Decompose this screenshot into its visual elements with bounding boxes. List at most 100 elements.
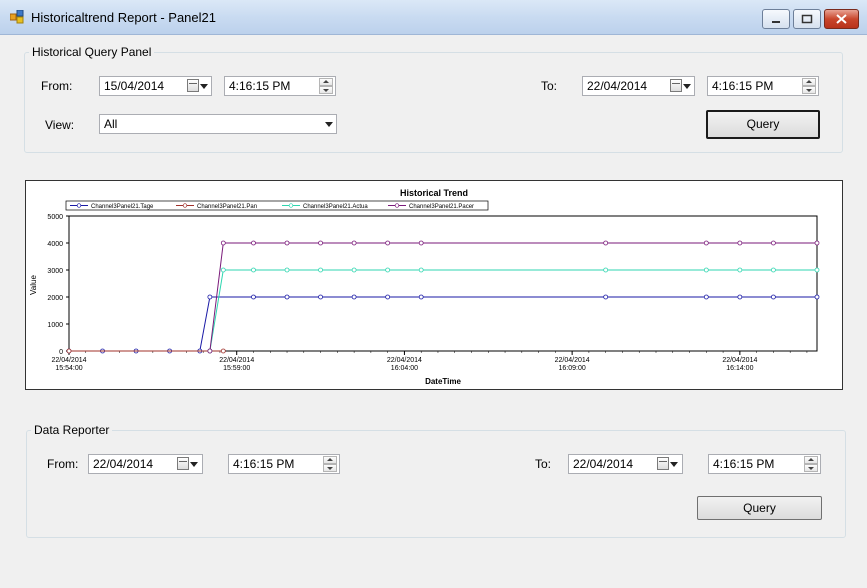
time-spinner[interactable] bbox=[319, 78, 333, 94]
view-select-value: All bbox=[104, 117, 118, 131]
data-point bbox=[385, 267, 391, 273]
reporter-to-time-value: 4:16:15 PM bbox=[713, 457, 775, 471]
reporter-from-label: From: bbox=[47, 457, 79, 471]
chevron-down-icon[interactable] bbox=[683, 84, 691, 89]
reporter-to-date-value: 22/04/2014 bbox=[573, 457, 634, 471]
query-to-date-value: 22/04/2014 bbox=[587, 79, 648, 93]
spin-up-icon[interactable] bbox=[323, 456, 337, 464]
spin-up-icon[interactable] bbox=[804, 456, 818, 464]
legend-marker bbox=[76, 203, 82, 208]
data-point bbox=[251, 267, 256, 273]
data-reporter-panel bbox=[26, 430, 846, 538]
calendar-icon[interactable] bbox=[657, 457, 669, 470]
x-tick-label-date: 22/04/2014 bbox=[51, 357, 86, 364]
legend-marker bbox=[288, 203, 294, 208]
reporter-to-time-picker[interactable]: 4:16:15 PM bbox=[708, 454, 821, 474]
chevron-down-icon[interactable] bbox=[670, 462, 678, 467]
data-point bbox=[603, 240, 609, 246]
reporter-from-date-picker[interactable]: 22/04/2014 bbox=[88, 454, 203, 474]
spin-down-icon[interactable] bbox=[319, 86, 333, 94]
chart-legend: Channel3Panel21.Tage Channel3Panel21.Pan C… bbox=[65, 200, 489, 211]
data-point bbox=[220, 240, 226, 246]
spin-up-icon[interactable] bbox=[319, 78, 333, 86]
chevron-down-icon[interactable] bbox=[190, 462, 198, 467]
legend-entry: Channel3Panel21.Tage bbox=[91, 204, 154, 210]
data-point bbox=[385, 240, 391, 246]
title-bar: Historicaltrend Report - Panel21 bbox=[0, 0, 867, 35]
legend-marker bbox=[394, 203, 400, 208]
data-point bbox=[737, 267, 743, 273]
close-button[interactable] bbox=[824, 9, 859, 29]
x-tick-label-date: 22/04/2014 bbox=[219, 357, 254, 364]
query-to-time-picker[interactable]: 4:16:15 PM bbox=[707, 76, 819, 96]
data-point bbox=[66, 348, 72, 354]
data-point bbox=[385, 294, 391, 300]
query-to-time-value: 4:16:15 PM bbox=[712, 79, 774, 93]
chart-title: Historical Trend bbox=[400, 188, 468, 198]
spin-down-icon[interactable] bbox=[804, 464, 818, 472]
query-from-time-picker[interactable]: 4:16:15 PM bbox=[224, 76, 336, 96]
minimize-button[interactable] bbox=[762, 9, 790, 29]
data-point bbox=[220, 348, 226, 354]
reporter-query-button[interactable]: Query bbox=[697, 496, 822, 520]
calendar-icon[interactable] bbox=[187, 79, 199, 92]
close-icon bbox=[836, 14, 847, 24]
series-line bbox=[69, 296, 817, 352]
data-point bbox=[603, 267, 609, 273]
x-tick-label-time: 15:54:00 bbox=[55, 365, 82, 372]
time-spinner[interactable] bbox=[802, 78, 816, 94]
spin-down-icon[interactable] bbox=[802, 86, 816, 94]
plot-area: 01000200030004000500022/04/201415:54:002… bbox=[47, 214, 820, 372]
data-point bbox=[814, 267, 820, 273]
view-select[interactable]: All bbox=[99, 114, 337, 134]
data-point bbox=[251, 240, 256, 246]
spin-down-icon[interactable] bbox=[323, 464, 337, 472]
chevron-down-icon[interactable] bbox=[325, 122, 333, 127]
calendar-icon[interactable] bbox=[177, 457, 189, 470]
reporter-to-label: To: bbox=[535, 457, 552, 471]
data-point bbox=[737, 294, 743, 300]
data-point bbox=[207, 348, 213, 354]
maximize-button[interactable] bbox=[793, 9, 821, 29]
reporter-to-date-picker[interactable]: 22/04/2014 bbox=[568, 454, 683, 474]
reporter-from-time-picker[interactable]: 4:16:15 PM bbox=[228, 454, 340, 474]
reporter-from-date-value: 22/04/2014 bbox=[93, 457, 154, 471]
query-to-label: To: bbox=[541, 79, 558, 93]
data-point bbox=[251, 294, 256, 300]
query-to-date-picker[interactable]: 22/04/2014 bbox=[582, 76, 695, 96]
data-point bbox=[770, 240, 776, 246]
chevron-down-icon[interactable] bbox=[200, 84, 208, 89]
data-point bbox=[284, 240, 290, 246]
chart-svg: Historical Trend Value DateTime Channel3… bbox=[29, 188, 820, 386]
data-point bbox=[284, 294, 290, 300]
time-spinner[interactable] bbox=[323, 456, 337, 472]
query-from-date-picker[interactable]: 15/04/2014 bbox=[99, 76, 212, 96]
data-point bbox=[418, 240, 424, 246]
client-area: Historical Query Panel From: 15/04/2014 … bbox=[0, 35, 867, 588]
x-tick-label-time: 16:14:00 bbox=[726, 365, 753, 372]
time-spinner[interactable] bbox=[804, 456, 818, 472]
data-point bbox=[703, 294, 709, 300]
x-tick-label-time: 16:09:00 bbox=[559, 365, 586, 372]
x-tick-label-date: 22/04/2014 bbox=[387, 357, 422, 364]
legend-entry: Channel3Panel21.Pan bbox=[197, 204, 257, 210]
data-point bbox=[418, 294, 424, 300]
data-point bbox=[703, 267, 709, 273]
spin-up-icon[interactable] bbox=[802, 78, 816, 86]
query-button[interactable]: Query bbox=[706, 110, 820, 139]
data-point bbox=[770, 267, 776, 273]
data-reporter-title: Data Reporter bbox=[31, 423, 113, 437]
y-tick-label: 0 bbox=[59, 349, 63, 356]
historical-query-panel-title: Historical Query Panel bbox=[29, 45, 155, 59]
x-tick-label-date: 22/04/2014 bbox=[555, 357, 590, 364]
y-tick-label: 1000 bbox=[47, 322, 63, 329]
data-point bbox=[770, 294, 776, 300]
data-point bbox=[814, 294, 820, 300]
query-from-date-value: 15/04/2014 bbox=[104, 79, 165, 93]
y-axis-label: Value bbox=[29, 275, 38, 295]
calendar-icon[interactable] bbox=[670, 79, 682, 92]
data-point bbox=[318, 240, 323, 246]
y-tick-label: 2000 bbox=[47, 295, 63, 302]
x-tick-label-time: 16:04:00 bbox=[391, 365, 418, 372]
app-icon bbox=[10, 10, 24, 24]
